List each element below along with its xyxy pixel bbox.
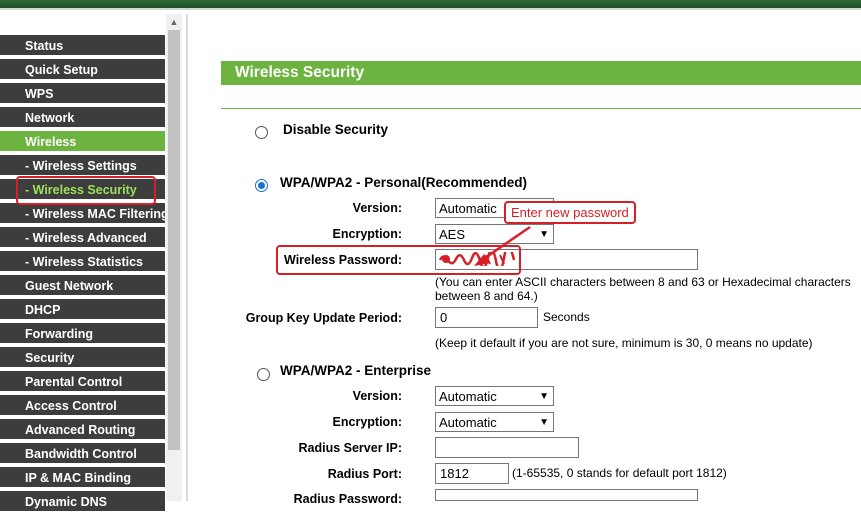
- sidebar-item-wireless-statistics[interactable]: - Wireless Statistics: [0, 251, 165, 273]
- sidebar-item-advanced-routing[interactable]: Advanced Routing: [0, 419, 165, 441]
- sidebar-item-network[interactable]: Network: [0, 107, 165, 129]
- top-banner: [0, 0, 861, 8]
- radius-password-label: Radius Password:: [293, 492, 402, 506]
- sidebar-item-wireless[interactable]: Wireless: [0, 131, 165, 153]
- personal-version-value: Automatic: [439, 201, 497, 216]
- title-underline: [221, 108, 861, 109]
- password-hint-line-2: between 8 and 64.): [435, 289, 538, 303]
- radius-port-label: Radius Port:: [327, 467, 402, 481]
- password-hint-line-1: (You can enter ASCII characters between …: [435, 275, 851, 289]
- radius-port-value: 1812: [440, 466, 469, 481]
- personal-encryption-label: Encryption:: [332, 227, 402, 241]
- radius-server-ip-label: Radius Server IP:: [298, 441, 402, 455]
- annotation-enter-new-password: Enter new password: [504, 201, 636, 224]
- sidebar-item-dhcp[interactable]: DHCP: [0, 299, 165, 321]
- chevron-down-icon: ▼: [539, 417, 549, 428]
- wpa-personal-label: WPA/WPA2 - Personal(Recommended): [280, 175, 528, 190]
- wpa-enterprise-label: WPA/WPA2 - Enterprise: [280, 363, 432, 378]
- page-title: Wireless Security: [221, 61, 861, 85]
- group-key-hint: (Keep it default if you are not sure, mi…: [435, 336, 813, 350]
- radius-port-hint: (1-65535, 0 stands for default port 1812…: [512, 466, 727, 480]
- sidebar-item-ip-mac-binding[interactable]: IP & MAC Binding: [0, 467, 165, 489]
- sidebar-item-status[interactable]: Status: [0, 35, 165, 57]
- chevron-down-icon: ▼: [539, 391, 549, 402]
- enterprise-version-value: Automatic: [439, 389, 497, 404]
- sidebar-top-border: [0, 10, 166, 36]
- sidebar-item-access-control[interactable]: Access Control: [0, 395, 165, 417]
- wpa-personal-radio[interactable]: [255, 179, 268, 192]
- enterprise-encryption-select[interactable]: Automatic ▼: [435, 412, 554, 432]
- disable-security-label: Disable Security: [283, 122, 389, 137]
- frame-divider: [186, 14, 188, 501]
- sidebar-item-security[interactable]: Security: [0, 347, 165, 369]
- enterprise-encryption-label: Encryption:: [332, 415, 402, 429]
- group-key-input[interactable]: 0: [435, 307, 538, 328]
- sidebar-item-wps[interactable]: WPS: [0, 83, 165, 105]
- wpa-enterprise-radio[interactable]: [257, 368, 270, 381]
- sidebar-item-dynamic-dns[interactable]: Dynamic DNS: [0, 491, 165, 513]
- sidebar-scrollbar-thumb[interactable]: [168, 30, 180, 450]
- group-key-label: Group Key Update Period:: [245, 311, 402, 325]
- annotation-arrow-icon: [474, 225, 531, 266]
- enterprise-version-label: Version:: [352, 389, 402, 403]
- radius-password-input[interactable]: [435, 489, 698, 501]
- enterprise-encryption-value: Automatic: [439, 415, 497, 430]
- chevron-down-icon: ▼: [539, 229, 549, 240]
- radius-port-input[interactable]: 1812: [435, 463, 509, 484]
- personal-encryption-value: AES: [439, 227, 466, 242]
- scroll-up-icon[interactable]: ▲: [166, 14, 182, 30]
- personal-version-label: Version:: [352, 201, 402, 215]
- highlight-wireless-security: [16, 176, 156, 205]
- sidebar-item-wireless-advanced[interactable]: - Wireless Advanced: [0, 227, 165, 249]
- radius-server-ip-input[interactable]: [435, 437, 579, 458]
- enterprise-version-select[interactable]: Automatic ▼: [435, 386, 554, 406]
- group-key-unit: Seconds: [543, 310, 590, 324]
- group-key-value: 0: [440, 310, 448, 325]
- disable-security-radio[interactable]: [255, 126, 268, 139]
- sidebar-item-quick-setup[interactable]: Quick Setup: [0, 59, 165, 81]
- sidebar-item-forwarding[interactable]: Forwarding: [0, 323, 165, 345]
- sidebar-item-parental-control[interactable]: Parental Control: [0, 371, 165, 393]
- sidebar-item-wireless-settings[interactable]: - Wireless Settings: [0, 155, 165, 177]
- sidebar-item-bandwidth-control[interactable]: Bandwidth Control: [0, 443, 165, 465]
- sidebar-item-guest-network[interactable]: Guest Network: [0, 275, 165, 297]
- sidebar-item-wireless-mac-filtering[interactable]: - Wireless MAC Filtering: [0, 203, 165, 225]
